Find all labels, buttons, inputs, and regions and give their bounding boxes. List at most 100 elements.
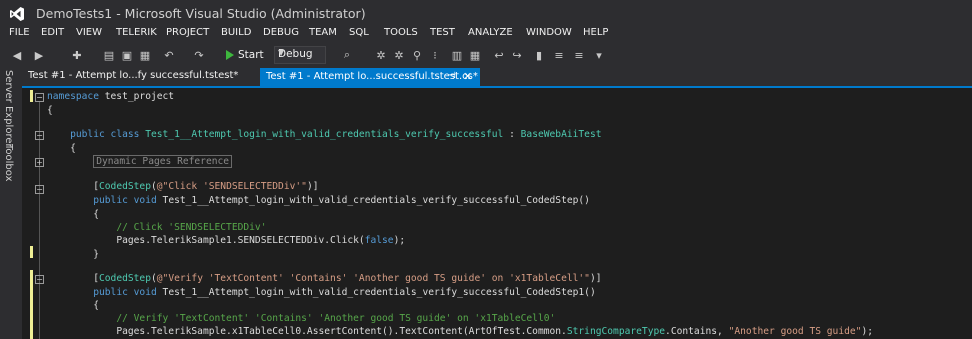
change-marker (30, 90, 33, 102)
navigate-forward-icon[interactable]: ↪ (510, 47, 524, 63)
fold-toggle[interactable]: − (35, 131, 44, 140)
visual-studio-logo-icon (10, 7, 24, 21)
method-name: Test_1__Attempt_login_with_valid_credent… (156, 287, 596, 298)
code-comment: // Click 'SENDSELECTEDDiv' (116, 222, 267, 233)
menu-team[interactable]: TEAM (309, 27, 337, 38)
code-editor[interactable]: − − + − − namespace test_project { publi… (22, 88, 972, 339)
statement: Pages.TelerikSample1.SENDSELECTEDDiv.Cli… (116, 235, 365, 246)
code-comment: // Verify 'TextContent' 'Contains' 'Anot… (116, 313, 556, 324)
menu-window[interactable]: WINDOW (526, 27, 572, 38)
fold-toggle[interactable]: + (35, 158, 44, 167)
code-line: { (47, 209, 99, 220)
string-literal: "Another good TS guide" (728, 326, 862, 337)
punctuation: ); (861, 326, 874, 337)
tab-tstest[interactable]: Test #1 - Attempt lo...fy successful.tst… (28, 70, 238, 81)
change-marker (30, 270, 33, 339)
layout-icon[interactable]: ▥ (450, 47, 464, 63)
namespace-name: test_project (98, 91, 175, 102)
menu-test[interactable]: TEST (430, 27, 455, 38)
menu-analyze[interactable]: ANALYZE (468, 27, 513, 38)
brace: { (70, 143, 76, 154)
forward-icon[interactable]: ▶ (32, 47, 46, 63)
gear-icon[interactable]: ✲ (392, 47, 406, 63)
window-title: DemoTests1 - Microsoft Visual Studio (Ad… (36, 6, 366, 21)
back-icon[interactable]: ◀ (10, 47, 24, 63)
keyword: public void (93, 195, 157, 206)
redo-icon[interactable]: ↷ (192, 47, 206, 63)
fold-toggle[interactable]: − (35, 275, 44, 284)
uncomment-icon[interactable]: ≡ (572, 47, 586, 63)
start-debugging-button[interactable]: Start (226, 47, 264, 63)
menu-view[interactable]: VIEW (76, 27, 102, 38)
settings-gear-icon[interactable]: ✲ (374, 47, 388, 63)
menu-debug[interactable]: DEBUG (263, 27, 299, 38)
menu-help[interactable]: HELP (583, 27, 608, 38)
code-line: namespace test_project (47, 91, 174, 102)
code-line: // Click 'SENDSELECTEDDiv' (47, 222, 267, 233)
standard-toolbar: ◀ ▶ ✚ ▤ ▣ ▦ ↶ ↷ Start Debug ▼ ⌕ ✲ ✲ ⚲ ⁝ … (0, 44, 972, 66)
statement: .Contains, (665, 326, 729, 337)
keyword: public void (93, 287, 157, 298)
punctuation: : (503, 129, 521, 140)
title-bar: DemoTests1 - Microsoft Visual Studio (Ad… (0, 0, 972, 26)
toolbox-tab[interactable]: Toolbox (3, 144, 14, 182)
code-line: public class Test_1__Attempt_login_with_… (47, 129, 601, 140)
chevron-down-icon: ▼ (278, 48, 285, 57)
menu-build[interactable]: BUILD (221, 27, 251, 38)
tab-tstest-cs[interactable]: Test #1 - Attempt lo...successful.tstest… (260, 68, 480, 87)
bookmark-icon[interactable]: ▮ (532, 47, 546, 63)
navigate-back-icon[interactable]: ↩ (492, 47, 506, 63)
code-line: { (47, 143, 76, 154)
save-all-icon[interactable]: ▦ (138, 47, 152, 63)
solution-configuration-select[interactable]: Debug ▼ (274, 46, 326, 64)
code-line: } (47, 249, 99, 260)
menu-tools[interactable]: TOOLS (384, 27, 418, 38)
collapsed-region[interactable]: Dynamic Pages Reference (93, 155, 233, 168)
tab-label: Test #1 - Attempt lo...successful.tstest… (266, 71, 478, 82)
brace: { (93, 209, 99, 220)
save-icon[interactable]: ▣ (120, 47, 134, 63)
menu-edit[interactable]: EDIT (41, 27, 64, 38)
menu-telerik[interactable]: TELERIK (116, 27, 157, 38)
code-line: [CodedStep(@"Verify 'TextContent' 'Conta… (47, 273, 602, 284)
code-line: { (47, 105, 53, 116)
menu-bar: FILE EDIT VIEW TELERIK PROJECT BUILD DEB… (0, 26, 972, 44)
code-line: [CodedStep(@"Click 'SENDSELECTEDDiv'")] (47, 181, 319, 192)
fold-toggle[interactable]: − (35, 93, 44, 102)
find-icon[interactable]: ⌕ (340, 47, 354, 63)
brace: { (93, 300, 99, 311)
string-literal: @"Click 'SENDSELECTEDDiv'" (156, 181, 307, 192)
punctuation: ); (393, 235, 406, 246)
punctuation: )] (589, 273, 602, 284)
table-icon[interactable]: ▦ (468, 47, 482, 63)
document-tabs: Test #1 - Attempt lo...fy successful.tst… (22, 68, 972, 87)
keyword: false (364, 235, 394, 246)
code-line: Pages.TelerikSample1.SENDSELECTEDDiv.Cli… (47, 235, 405, 246)
search-icon[interactable]: ⚲ (410, 47, 424, 63)
server-explorer-tab[interactable]: Server Explorer (3, 70, 14, 148)
undo-icon[interactable]: ↶ (162, 47, 176, 63)
pin-icon[interactable]: ⊣ (448, 71, 456, 81)
keyword: namespace (47, 91, 99, 102)
method-name: Test_1__Attempt_login_with_valid_credent… (156, 195, 590, 206)
change-marker (30, 246, 33, 258)
brace: } (93, 249, 99, 260)
attribute-name: CodedStep (99, 181, 151, 192)
toolbar-overflow-icon[interactable]: ▾ (592, 47, 606, 63)
fold-toggle[interactable]: − (35, 185, 44, 194)
statement: Pages.TelerikSample.x1TableCell0.AssertC… (116, 326, 567, 337)
new-project-icon[interactable]: ✚ (70, 47, 84, 63)
brace: { (47, 105, 53, 116)
code-line: Pages.TelerikSample.x1TableCell0.AssertC… (47, 326, 873, 337)
close-icon[interactable]: ✕ (463, 70, 472, 83)
string-literal: @"Verify 'TextContent' 'Contains' 'Anoth… (156, 273, 590, 284)
options-icon[interactable]: ⁝ (428, 47, 442, 63)
comment-icon[interactable]: ≡ (552, 47, 566, 63)
menu-project[interactable]: PROJECT (166, 27, 209, 38)
open-file-icon[interactable]: ▤ (102, 47, 116, 63)
code-line: { (47, 300, 99, 311)
menu-sql[interactable]: SQL (349, 27, 369, 38)
menu-file[interactable]: FILE (9, 27, 30, 38)
punctuation: )] (306, 181, 319, 192)
play-icon (226, 50, 234, 60)
